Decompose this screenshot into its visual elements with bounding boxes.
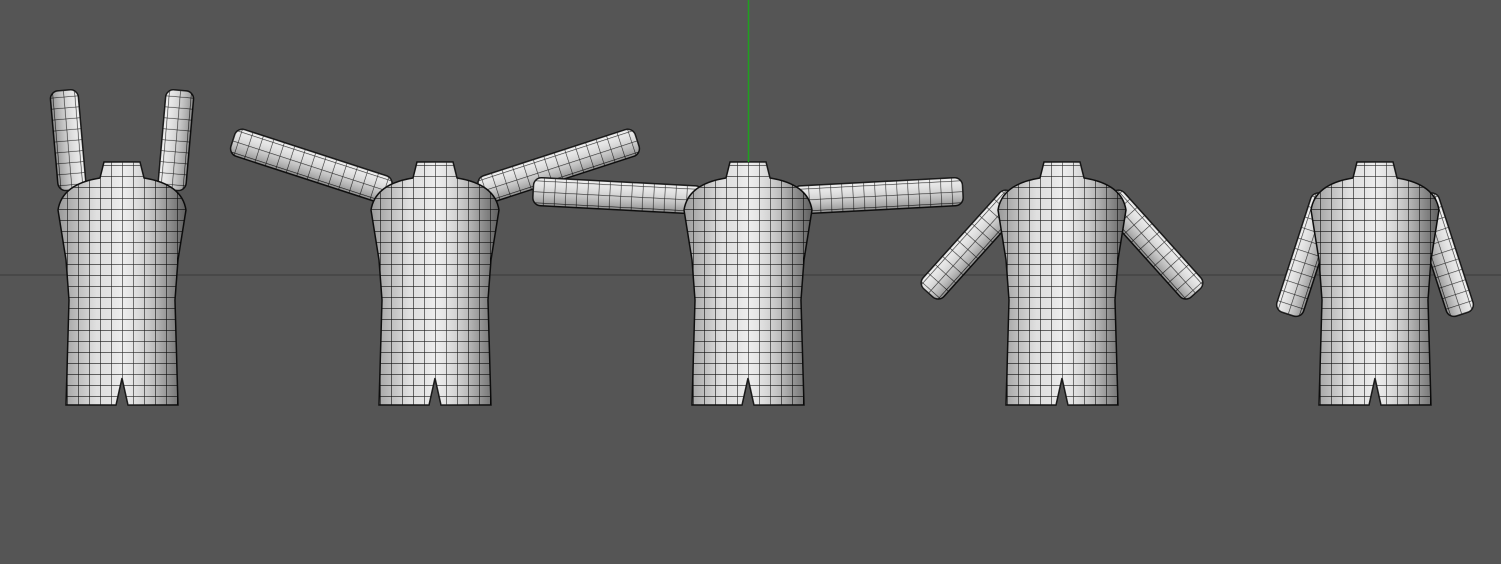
left-arm-mesh (229, 128, 393, 204)
right-arm-mesh (157, 89, 195, 192)
right-arm-mesh (791, 177, 964, 215)
torso-mesh-model[interactable] (532, 161, 964, 406)
torso-mesh-model[interactable] (1275, 161, 1476, 406)
torso-mesh-model[interactable] (229, 127, 642, 406)
torso-mesh-model[interactable] (49, 89, 195, 406)
left-arm-mesh (532, 177, 705, 215)
3d-viewport[interactable] (0, 0, 1501, 564)
left-arm-mesh (49, 89, 87, 192)
